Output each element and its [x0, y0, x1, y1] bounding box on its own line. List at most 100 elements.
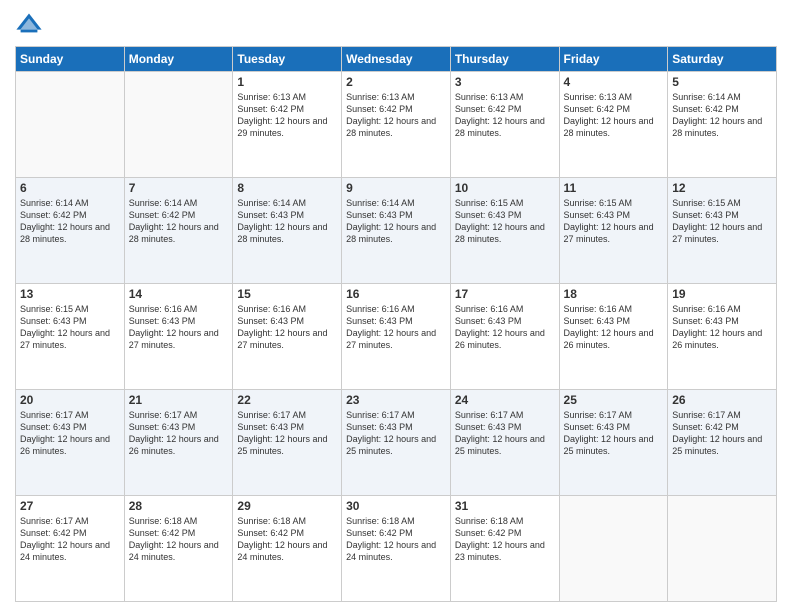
day-number: 1 — [237, 75, 337, 89]
day-number: 17 — [455, 287, 555, 301]
calendar-cell: 10 Sunrise: 6:15 AM Sunset: 6:43 PM Dayli… — [450, 178, 559, 284]
calendar-cell: 22 Sunrise: 6:17 AM Sunset: 6:43 PM Dayli… — [233, 390, 342, 496]
calendar-cell: 1 Sunrise: 6:13 AM Sunset: 6:42 PM Daylig… — [233, 72, 342, 178]
day-info: Sunrise: 6:13 AM Sunset: 6:42 PM Dayligh… — [237, 91, 337, 140]
day-info: Sunrise: 6:17 AM Sunset: 6:43 PM Dayligh… — [455, 409, 555, 458]
day-number: 14 — [129, 287, 229, 301]
day-number: 21 — [129, 393, 229, 407]
day-number: 10 — [455, 181, 555, 195]
day-info: Sunrise: 6:14 AM Sunset: 6:43 PM Dayligh… — [237, 197, 337, 246]
calendar-cell: 15 Sunrise: 6:16 AM Sunset: 6:43 PM Dayli… — [233, 284, 342, 390]
day-info: Sunrise: 6:16 AM Sunset: 6:43 PM Dayligh… — [672, 303, 772, 352]
day-number: 18 — [564, 287, 664, 301]
day-info: Sunrise: 6:15 AM Sunset: 6:43 PM Dayligh… — [455, 197, 555, 246]
day-info: Sunrise: 6:17 AM Sunset: 6:43 PM Dayligh… — [20, 409, 120, 458]
logo — [15, 10, 47, 38]
day-info: Sunrise: 6:13 AM Sunset: 6:42 PM Dayligh… — [564, 91, 664, 140]
day-info: Sunrise: 6:14 AM Sunset: 6:42 PM Dayligh… — [129, 197, 229, 246]
day-number: 3 — [455, 75, 555, 89]
day-info: Sunrise: 6:13 AM Sunset: 6:42 PM Dayligh… — [346, 91, 446, 140]
calendar-cell: 5Sunrise: 6:14 AM Sunset: 6:42 PM Daylig… — [668, 72, 777, 178]
logo-icon — [15, 10, 43, 38]
day-info: Sunrise: 6:15 AM Sunset: 6:43 PM Dayligh… — [20, 303, 120, 352]
day-number: 9 — [346, 181, 446, 195]
day-number: 8 — [237, 181, 337, 195]
day-number: 13 — [20, 287, 120, 301]
calendar-cell: 19 Sunrise: 6:16 AM Sunset: 6:43 PM Dayli… — [668, 284, 777, 390]
day-number: 28 — [129, 499, 229, 513]
day-number: 19 — [672, 287, 772, 301]
day-info: Sunrise: 6:16 AM Sunset: 6:43 PM Dayligh… — [455, 303, 555, 352]
calendar-cell — [124, 72, 233, 178]
day-number: 23 — [346, 393, 446, 407]
calendar-cell: 27Sunrise: 6:17 AM Sunset: 6:42 PM Dayli… — [16, 496, 125, 602]
day-number: 2 — [346, 75, 446, 89]
calendar-cell: 9 Sunrise: 6:14 AM Sunset: 6:43 PM Daylig… — [342, 178, 451, 284]
day-number: 16 — [346, 287, 446, 301]
day-number: 30 — [346, 499, 446, 513]
day-info: Sunrise: 6:17 AM Sunset: 6:43 PM Dayligh… — [237, 409, 337, 458]
day-number: 31 — [455, 499, 555, 513]
day-info: Sunrise: 6:17 AM Sunset: 6:42 PM Dayligh… — [20, 515, 120, 564]
day-info: Sunrise: 6:15 AM Sunset: 6:43 PM Dayligh… — [564, 197, 664, 246]
calendar-cell: 26 Sunrise: 6:17 AM Sunset: 6:42 PM Dayli… — [668, 390, 777, 496]
calendar-cell: 24 Sunrise: 6:17 AM Sunset: 6:43 PM Dayli… — [450, 390, 559, 496]
day-info: Sunrise: 6:14 AM Sunset: 6:43 PM Dayligh… — [346, 197, 446, 246]
calendar-cell: 3 Sunrise: 6:13 AM Sunset: 6:42 PM Daylig… — [450, 72, 559, 178]
day-info: Sunrise: 6:13 AM Sunset: 6:42 PM Dayligh… — [455, 91, 555, 140]
calendar-cell: 29 Sunrise: 6:18 AM Sunset: 6:42 PM Dayli… — [233, 496, 342, 602]
day-number: 29 — [237, 499, 337, 513]
day-info: Sunrise: 6:17 AM Sunset: 6:43 PM Dayligh… — [129, 409, 229, 458]
day-info: Sunrise: 6:18 AM Sunset: 6:42 PM Dayligh… — [129, 515, 229, 564]
calendar-cell: 4 Sunrise: 6:13 AM Sunset: 6:42 PM Daylig… — [559, 72, 668, 178]
calendar-week-row: 13 Sunrise: 6:15 AM Sunset: 6:43 PM Dayli… — [16, 284, 777, 390]
calendar-cell: 8 Sunrise: 6:14 AM Sunset: 6:43 PM Daylig… — [233, 178, 342, 284]
day-number: 22 — [237, 393, 337, 407]
day-number: 20 — [20, 393, 120, 407]
calendar-cell — [559, 496, 668, 602]
calendar-cell: 21 Sunrise: 6:17 AM Sunset: 6:43 PM Dayli… — [124, 390, 233, 496]
day-info: Sunrise: 6:16 AM Sunset: 6:43 PM Dayligh… — [346, 303, 446, 352]
calendar-cell: 2 Sunrise: 6:13 AM Sunset: 6:42 PM Daylig… — [342, 72, 451, 178]
calendar-week-row: 6Sunrise: 6:14 AM Sunset: 6:42 PM Daylig… — [16, 178, 777, 284]
calendar-cell: 7 Sunrise: 6:14 AM Sunset: 6:42 PM Daylig… — [124, 178, 233, 284]
calendar-cell: 12Sunrise: 6:15 AM Sunset: 6:43 PM Dayli… — [668, 178, 777, 284]
day-info: Sunrise: 6:18 AM Sunset: 6:42 PM Dayligh… — [346, 515, 446, 564]
calendar-day-header: Wednesday — [342, 47, 451, 72]
calendar-cell: 30 Sunrise: 6:18 AM Sunset: 6:42 PM Dayli… — [342, 496, 451, 602]
calendar-cell: 25Sunrise: 6:17 AM Sunset: 6:43 PM Dayli… — [559, 390, 668, 496]
day-number: 4 — [564, 75, 664, 89]
calendar-cell: 31 Sunrise: 6:18 AM Sunset: 6:42 PM Dayli… — [450, 496, 559, 602]
header — [15, 10, 777, 38]
day-info: Sunrise: 6:17 AM Sunset: 6:43 PM Dayligh… — [346, 409, 446, 458]
calendar-cell: 14 Sunrise: 6:16 AM Sunset: 6:43 PM Dayli… — [124, 284, 233, 390]
day-info: Sunrise: 6:18 AM Sunset: 6:42 PM Dayligh… — [237, 515, 337, 564]
day-info: Sunrise: 6:18 AM Sunset: 6:42 PM Dayligh… — [455, 515, 555, 564]
calendar-week-row: 1 Sunrise: 6:13 AM Sunset: 6:42 PM Daylig… — [16, 72, 777, 178]
calendar-cell: 16 Sunrise: 6:16 AM Sunset: 6:43 PM Dayli… — [342, 284, 451, 390]
day-info: Sunrise: 6:16 AM Sunset: 6:43 PM Dayligh… — [129, 303, 229, 352]
day-info: Sunrise: 6:16 AM Sunset: 6:43 PM Dayligh… — [237, 303, 337, 352]
calendar-cell: 23 Sunrise: 6:17 AM Sunset: 6:43 PM Dayli… — [342, 390, 451, 496]
calendar-day-header: Saturday — [668, 47, 777, 72]
calendar-cell: 11 Sunrise: 6:15 AM Sunset: 6:43 PM Dayli… — [559, 178, 668, 284]
day-number: 24 — [455, 393, 555, 407]
day-number: 26 — [672, 393, 772, 407]
calendar-cell — [16, 72, 125, 178]
day-info: Sunrise: 6:15 AM Sunset: 6:43 PM Dayligh… — [672, 197, 772, 246]
day-info: Sunrise: 6:14 AM Sunset: 6:42 PM Dayligh… — [20, 197, 120, 246]
day-number: 5 — [672, 75, 772, 89]
day-info: Sunrise: 6:17 AM Sunset: 6:42 PM Dayligh… — [672, 409, 772, 458]
calendar: SundayMondayTuesdayWednesdayThursdayFrid… — [15, 46, 777, 602]
day-number: 7 — [129, 181, 229, 195]
day-info: Sunrise: 6:16 AM Sunset: 6:43 PM Dayligh… — [564, 303, 664, 352]
calendar-cell: 17 Sunrise: 6:16 AM Sunset: 6:43 PM Dayli… — [450, 284, 559, 390]
calendar-week-row: 27Sunrise: 6:17 AM Sunset: 6:42 PM Dayli… — [16, 496, 777, 602]
calendar-day-header: Thursday — [450, 47, 559, 72]
day-number: 25 — [564, 393, 664, 407]
calendar-day-header: Tuesday — [233, 47, 342, 72]
calendar-header-row: SundayMondayTuesdayWednesdayThursdayFrid… — [16, 47, 777, 72]
calendar-day-header: Monday — [124, 47, 233, 72]
day-number: 11 — [564, 181, 664, 195]
day-number: 15 — [237, 287, 337, 301]
